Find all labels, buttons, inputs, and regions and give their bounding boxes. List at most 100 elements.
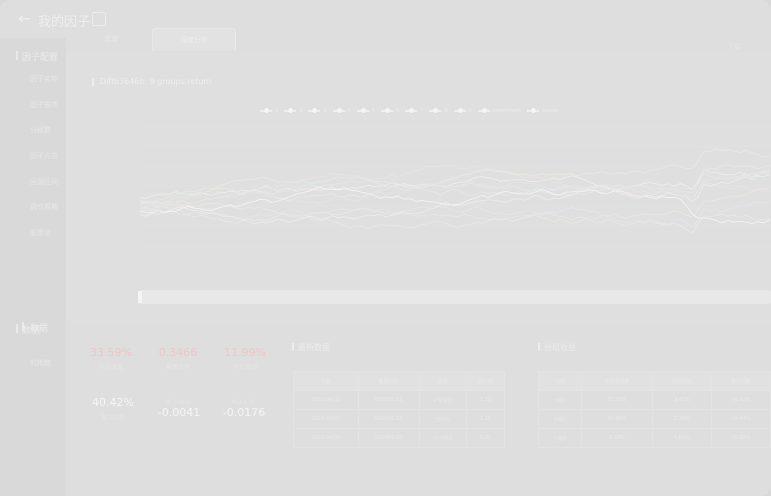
legend-label: 8 <box>444 108 448 114</box>
tab-deep-analysis[interactable]: 深度分析 <box>152 28 236 51</box>
legend-marker <box>380 108 393 113</box>
table-cell: 40.44% <box>710 409 771 429</box>
legend-label: 2 <box>299 108 303 114</box>
arrow-left-icon[interactable]: ← <box>18 10 36 28</box>
legend-marker <box>477 108 490 113</box>
legend-marker <box>526 108 539 113</box>
legend-item[interactable]: 2 <box>284 108 302 114</box>
sidebar: 因子配置 因子名称 因子描述 分组数 因子方向 回测区间 调仓周期 股票池 数据… <box>0 38 66 496</box>
table-cell: 1.72 <box>466 390 505 410</box>
latest-data-title: 最新数据 <box>292 343 330 352</box>
col-factor: 因子值 <box>466 371 505 391</box>
legend-marker <box>429 108 442 113</box>
metric-label: IC_mean <box>166 399 192 406</box>
legend-item[interactable]: 8 <box>429 108 448 114</box>
legend-item[interactable]: 3 <box>308 108 327 114</box>
chart-legend[interactable]: 1 2 3 4 5 6 7 8 9 benchmark excess <box>260 108 559 114</box>
table-cell: 2.28% <box>651 409 712 429</box>
legend-label: 5 <box>371 108 375 114</box>
metric-value: 33.59% <box>90 346 132 359</box>
legend-item[interactable]: 9 <box>453 108 472 114</box>
tab-bar: 总览 深度分析 <box>78 28 328 52</box>
sidebar-item-name[interactable]: 因子名称 <box>30 74 58 84</box>
metric-label: 年化波动 <box>232 364 257 371</box>
legend-label: 3 <box>323 108 327 114</box>
app-window: ← 我的因子 因子配置 因子名称 因子描述 分组数 因子方向 回测区间 调仓周期… <box>0 0 771 496</box>
group-returns-title: 分组收益 <box>538 343 576 352</box>
table-cell: 000001.SZ <box>357 390 420 410</box>
col-group: 分组 <box>538 371 582 391</box>
download-button[interactable]: 下载 <box>727 42 741 52</box>
metric-value: -0.0176 <box>222 406 266 419</box>
legend-marker <box>260 108 272 113</box>
col-name: 名称 <box>418 371 468 391</box>
table-cell: 平安银行 <box>418 390 468 410</box>
table-cell: 40.42% <box>710 390 771 410</box>
table-cell: 11.59% <box>580 390 653 410</box>
legend-label: 1 <box>275 108 279 114</box>
table-cell: 中兴通讯 <box>418 428 468 448</box>
metric-value: -0.0041 <box>157 406 201 419</box>
metric-value: 40.42% <box>92 396 134 409</box>
sidebar-item-period[interactable]: 调仓周期 <box>30 202 58 212</box>
latest-data-table: 日期 股票代码 名称 因子值 2023-04-03 000001.SZ 平安银行… <box>293 371 505 448</box>
slider-handle[interactable] <box>138 291 142 303</box>
legend-marker <box>405 108 418 113</box>
legend-item[interactable]: 5 <box>356 108 375 114</box>
col-date: 日期 <box>293 371 359 391</box>
table-cell: 3.42% <box>651 390 712 410</box>
sidebar-item-direction[interactable]: 因子方向 <box>30 151 58 161</box>
legend-item[interactable]: 4 <box>332 108 351 114</box>
legend-item[interactable]: benchmark <box>477 108 521 114</box>
table-row: 2023-04-03 000002.SZ 万科A 1.35 <box>293 409 505 429</box>
legend-item[interactable]: 1 <box>260 108 278 114</box>
tab-overview[interactable]: 总览 <box>78 28 144 50</box>
table-cell: 000063.SZ <box>357 428 420 448</box>
edit-icon[interactable] <box>92 12 106 26</box>
table-cell: 39.88% <box>710 428 771 448</box>
table-cell: 2023-04-03 <box>293 409 359 429</box>
legend-marker <box>332 108 345 113</box>
col-mdd: 最大回撤 <box>710 371 771 391</box>
sidebar-item-index[interactable]: 的指数 <box>30 358 51 368</box>
table-cell: 分组1 <box>538 390 582 410</box>
legend-item[interactable]: excess <box>526 108 559 114</box>
metric-ic-mean: IC_mean -0.0041 <box>151 396 207 419</box>
sidebar-section-config: 因子配置 <box>15 50 58 63</box>
legend-label: 4 <box>347 108 351 114</box>
metric-label: 夏普比率 <box>165 364 190 371</box>
metric-value: 0.3466 <box>158 346 198 359</box>
metric-label: Rank_IC <box>232 399 256 406</box>
col-code: 股票代码 <box>357 371 420 391</box>
legend-label: 9 <box>468 108 472 114</box>
series-line <box>139 163 771 206</box>
table-cell: 分组2 <box>538 409 582 429</box>
table-cell: 1.64% <box>651 428 712 448</box>
table-row: 2023-04-03 000063.SZ 中兴通讯 0.91 <box>293 428 505 448</box>
sidebar-item-pool[interactable]: 股票池 <box>30 228 51 238</box>
legend-item[interactable]: 7 <box>405 108 423 114</box>
metric-value: 11.99% <box>224 346 266 359</box>
sidebar-item-desc[interactable]: 因子描述 <box>30 100 58 110</box>
legend-item[interactable]: 6 <box>380 108 400 114</box>
col-annual: 年化收益率 <box>580 371 653 391</box>
legend-label: 6 <box>395 108 400 114</box>
table-row: 分组1 11.59% 3.42% 40.42% <box>538 390 771 410</box>
sidebar-item-range[interactable]: 回测区间 <box>30 177 58 187</box>
table-cell: 000002.SZ <box>357 409 420 429</box>
table-cell: 2023-04-03 <box>293 428 359 448</box>
table-cell: 2023-04-03 <box>293 390 359 410</box>
group-returns-table: 分组 年化收益率 超额收益 最大回撤 分组1 11.59% 3.42% 40.4… <box>538 371 771 448</box>
metric-label: 年化收益 <box>98 364 123 371</box>
metric-max-drawdown: 40.42% 最大回撤 <box>86 396 140 421</box>
sidebar-item-groups[interactable]: 分组数 <box>30 125 51 135</box>
table-cell: 10.96% <box>580 409 653 429</box>
table-cell: 9.53% <box>580 428 653 448</box>
metric-volatility: 11.99% 年化波动 <box>220 346 270 371</box>
table-cell: 分组3 <box>538 428 582 448</box>
zoom-slider[interactable] <box>138 290 771 304</box>
table-row: 2023-04-03 000001.SZ 平安银行 1.72 <box>293 390 505 410</box>
metric-sharpe: 0.3466 夏普比率 <box>153 346 203 371</box>
metric-annual-return: 33.59% 年化收益 <box>86 346 136 371</box>
table-cell: 1.35 <box>466 409 505 429</box>
